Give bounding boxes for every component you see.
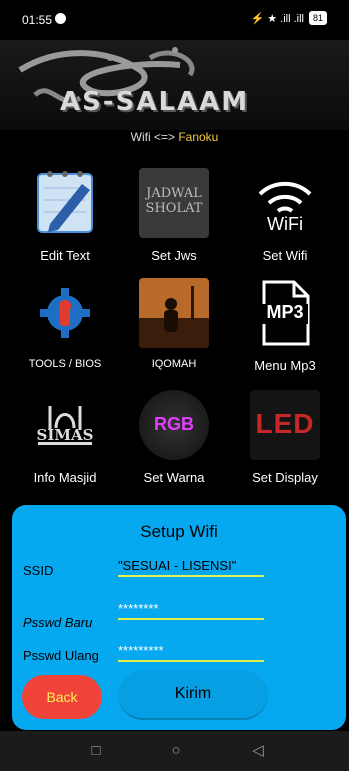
status-dot-icon (55, 13, 66, 24)
jadwal-sholat-icon: JADWAL SHOLAT (139, 168, 209, 238)
tile-set-jws[interactable]: JADWAL SHOLAT Set Jws (124, 168, 224, 278)
prayer-silhouette-icon (139, 278, 209, 348)
tile-label: Menu Mp3 (254, 358, 316, 373)
signal-icon: ⚡ ★ .ill .ill (250, 12, 304, 25)
tile-set-display[interactable]: LED Set Display (235, 390, 335, 500)
repeat-password-label: Psswd Ulang (23, 648, 99, 663)
back-nav-icon[interactable]: ◁ (248, 741, 268, 761)
simas-logo-icon (38, 406, 92, 445)
wifi-status-prefix: Wifi <=> (130, 130, 179, 144)
ssid-label: SSID (23, 563, 54, 578)
tile-label: Set Display (252, 470, 318, 485)
tile-info-masjid[interactable]: SIMAS Info Masjid (15, 390, 115, 500)
tile-label: TOOLS / BIOS (28, 358, 102, 370)
tile-label: Set Jws (151, 248, 197, 263)
new-password-label: Psswd Baru (23, 615, 93, 630)
setup-wifi-dialog: Setup Wifi SSID Psswd Baru Psswd Ulang B… (12, 505, 346, 730)
notebook-pencil-icon (37, 171, 93, 233)
send-button[interactable]: Kirim (118, 670, 268, 720)
rgb-led-icon: RGB (139, 390, 209, 460)
tools-gear-icon (40, 288, 90, 338)
banner-title: AS-SALAAM (60, 87, 250, 117)
led-display-icon: LED (250, 390, 320, 460)
status-time: 01:55 (22, 13, 53, 27)
tile-menu-mp3[interactable]: MP3 Menu Mp3 (235, 278, 335, 388)
tile-label: Edit Text (40, 248, 90, 263)
tile-label: Set Wifi (262, 248, 308, 263)
app-banner: AS-SALAAM (0, 40, 349, 130)
wifi-status-line: Wifi <=> Fanoku (0, 130, 349, 144)
new-password-input[interactable] (118, 598, 264, 620)
dialog-title: Setup Wifi (140, 522, 218, 541)
status-bar: 01:55 ⚡ ★ .ill .ill 81 (0, 0, 349, 40)
tile-tools-bios[interactable]: TOOLS / BIOS (15, 278, 115, 388)
battery-icon: 81 (308, 11, 327, 25)
home-icon[interactable]: ○ (166, 741, 186, 761)
tile-label: Info Masjid (33, 470, 97, 485)
tile-iqomah[interactable]: IQOMAH (124, 278, 224, 388)
repeat-password-input[interactable] (118, 640, 264, 662)
tile-edit-text[interactable]: Edit Text (15, 168, 115, 278)
back-button[interactable]: Back (22, 675, 102, 719)
tile-label: Set Warna (143, 470, 205, 485)
tile-set-wifi[interactable]: WiFi Set Wifi (235, 168, 335, 278)
system-nav-bar: □ ○ ◁ (0, 731, 349, 771)
wifi-network-name: Fanoku (178, 130, 219, 144)
recent-apps-icon[interactable]: □ (86, 741, 106, 761)
tile-set-warna[interactable]: RGB Set Warna (124, 390, 224, 500)
tile-label: IQOMAH (151, 358, 197, 370)
status-icons: ⚡ ★ .ill .ill 81 (250, 11, 327, 25)
ssid-input[interactable] (118, 555, 264, 577)
